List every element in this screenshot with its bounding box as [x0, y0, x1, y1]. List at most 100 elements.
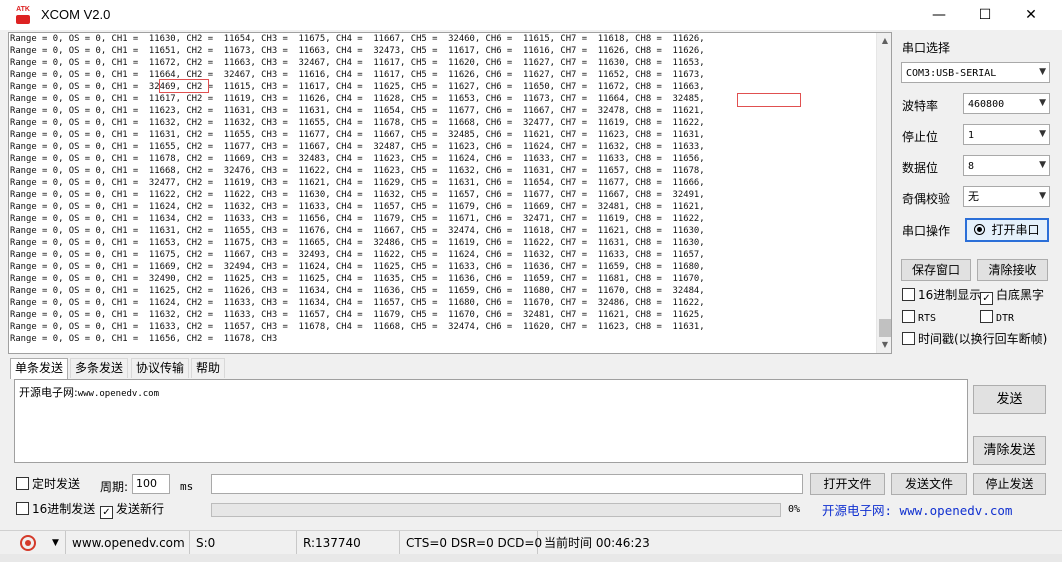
white-bg-label: 白底黑字 — [996, 288, 1045, 302]
baud-select[interactable]: 460800 ▼ — [963, 93, 1050, 114]
tab-single-send[interactable]: 单条发送 — [10, 358, 69, 379]
minimize-button[interactable]: — — [916, 0, 962, 30]
stop-send-button[interactable]: 停止发送 — [973, 473, 1046, 495]
progress-text: 0% — [788, 504, 801, 515]
period-unit: ms — [180, 480, 194, 493]
stop-bits-label: 停止位 — [902, 130, 939, 144]
send-progress-bar — [211, 503, 781, 517]
chevron-down-icon: ▼ — [1039, 98, 1046, 108]
hex-display-label: 16进制显示 — [918, 288, 982, 302]
receive-line: Range = 0, OS = 0, CH1 = 11624, CH2 = 11… — [10, 202, 705, 212]
receive-line: Range = 0, OS = 0, CH1 = 11625, CH2 = 11… — [10, 286, 705, 296]
receive-line: Range = 0, OS = 0, CH1 = 11631, CH2 = 11… — [10, 226, 705, 236]
period-input[interactable]: 100 — [132, 474, 170, 494]
receive-textarea[interactable]: Range = 0, OS = 0, CH1 = 11630, CH2 = 11… — [8, 32, 892, 354]
scroll-up-icon[interactable]: ▲ — [877, 33, 891, 49]
hex-send-label: 16进制发送 — [32, 502, 96, 516]
app-icon-shape — [16, 15, 30, 24]
port-operation-label: 串口操作 — [902, 224, 951, 238]
hex-display-checkbox[interactable]: 16进制显示 — [902, 288, 981, 302]
port-select[interactable]: COM3:USB-SERIAL ▼ — [901, 62, 1050, 83]
data-bits-value: 8 — [968, 161, 975, 172]
open-file-button[interactable]: 打开文件 — [810, 473, 885, 495]
port-select-label: 串口选择 — [902, 41, 951, 55]
checkbox-icon — [902, 310, 915, 323]
send-text-url: www.openedv.com — [77, 389, 159, 399]
chevron-down-icon: ▼ — [1039, 191, 1046, 201]
white-bg-checkbox[interactable]: ✓ 白底黑字 — [980, 288, 1044, 305]
send-newline-checkbox[interactable]: ✓ 发送新行 — [100, 502, 164, 519]
website-label: 开源电子网: www.openedv.com — [822, 503, 1013, 518]
dtr-label: DTR — [996, 313, 1015, 324]
rts-checkbox[interactable]: RTS — [902, 310, 936, 326]
receive-line: Range = 0, OS = 0, CH1 = 11669, CH2 = 32… — [10, 262, 705, 272]
receive-line: Range = 0, OS = 0, CH1 = 11672, CH2 = 11… — [10, 58, 705, 68]
open-port-label: 打开串口 — [991, 223, 1040, 237]
receive-line: Range = 0, OS = 0, CH1 = 11668, CH2 = 32… — [10, 166, 705, 176]
tab-protocol[interactable]: 协议传输 — [131, 358, 190, 378]
chevron-down-icon: ▼ — [1039, 67, 1046, 77]
receive-line: Range = 0, OS = 0, CH1 = 11664, CH2 = 32… — [10, 70, 705, 80]
checkbox-icon — [902, 288, 915, 301]
chevron-down-icon: ▼ — [1039, 129, 1046, 139]
tab-help[interactable]: 帮助 — [191, 358, 226, 378]
rts-label: RTS — [918, 313, 937, 324]
receive-line: Range = 0, OS = 0, CH1 = 11630, CH2 = 11… — [10, 34, 705, 44]
data-bits-label: 数据位 — [902, 161, 939, 175]
timed-send-label: 定时发送 — [32, 477, 81, 491]
timestamp-label: 时间戳(以换行回车断帧) — [918, 332, 1048, 346]
parity-select[interactable]: 无 ▼ — [963, 186, 1050, 207]
dtr-checkbox[interactable]: DTR — [980, 310, 1014, 326]
receive-line: Range = 0, OS = 0, CH1 = 11633, CH2 = 11… — [10, 322, 705, 332]
receive-line: Range = 0, OS = 0, CH1 = 32469, CH2 = 11… — [10, 82, 705, 92]
parity-label: 奇偶校验 — [902, 192, 951, 206]
xcom-window: ATK XCOM V2.0 — ☐ ✕ Range = 0, OS = 0, C… — [0, 0, 1062, 562]
scroll-thumb[interactable] — [879, 319, 891, 337]
receive-line: Range = 0, OS = 0, CH1 = 32477, CH2 = 11… — [10, 178, 705, 188]
caret-down-icon[interactable]: ▼ — [52, 531, 59, 555]
data-bits-select[interactable]: 8 ▼ — [963, 155, 1050, 176]
send-button[interactable]: 发送 — [973, 385, 1046, 414]
send-text: 开源电子网:www.openedv.com — [19, 384, 159, 400]
app-icon: ATK — [13, 6, 33, 24]
stop-bits-select[interactable]: 1 ▼ — [963, 124, 1050, 145]
receive-line: Range = 0, OS = 0, CH1 = 11655, CH2 = 11… — [10, 142, 705, 152]
close-button[interactable]: ✕ — [1008, 0, 1054, 30]
checkmark-icon: ✓ — [980, 292, 993, 305]
receive-scrollbar[interactable]: ▲ ▼ — [876, 33, 891, 353]
send-text-cn: 开源电子网: — [19, 386, 78, 399]
save-window-button[interactable]: 保存窗口 — [901, 259, 971, 281]
record-icon[interactable] — [20, 535, 36, 551]
receive-line: Range = 0, OS = 0, CH1 = 11651, CH2 = 11… — [10, 46, 705, 56]
tab-multi-send[interactable]: 多条发送 — [70, 358, 129, 378]
clear-send-button[interactable]: 清除发送 — [973, 436, 1046, 465]
status-site: www.openedv.com — [66, 531, 190, 555]
scroll-down-icon[interactable]: ▼ — [877, 337, 891, 353]
hex-send-checkbox[interactable]: 16进制发送 — [16, 502, 95, 516]
highlight-box-ch1 — [159, 79, 209, 93]
send-textarea[interactable]: 开源电子网:www.openedv.com — [14, 379, 968, 463]
bottom-strip — [0, 554, 1062, 562]
open-port-button[interactable]: 打开串口 — [965, 218, 1049, 242]
receive-line: Range = 0, OS = 0, CH1 = 11634, CH2 = 11… — [10, 214, 705, 224]
timed-send-checkbox[interactable]: 定时发送 — [16, 477, 80, 491]
receive-line: Range = 0, OS = 0, CH1 = 11656, CH2 = 11… — [10, 334, 278, 344]
file-path-input[interactable] — [211, 474, 803, 494]
timestamp-checkbox[interactable]: 时间戳(以换行回车断帧) — [902, 332, 1047, 346]
receive-line: Range = 0, OS = 0, CH1 = 11632, CH2 = 11… — [10, 118, 705, 128]
receive-line: Range = 0, OS = 0, CH1 = 11675, CH2 = 11… — [10, 250, 705, 260]
checkmark-icon: ✓ — [100, 506, 113, 519]
receive-line: Range = 0, OS = 0, CH1 = 11632, CH2 = 11… — [10, 310, 705, 320]
status-bar: ▼ www.openedv.com S:0 R:137740 CTS=0 DSR… — [0, 530, 1062, 555]
send-file-button[interactable]: 发送文件 — [891, 473, 967, 495]
app-icon-text: ATK — [16, 6, 30, 13]
checkbox-icon — [16, 477, 29, 490]
clear-receive-button[interactable]: 清除接收 — [977, 259, 1048, 281]
status-icon-cell[interactable]: ▼ — [0, 531, 66, 555]
receive-line: Range = 0, OS = 0, CH1 = 11631, CH2 = 11… — [10, 130, 705, 140]
chevron-down-icon: ▼ — [1039, 160, 1046, 170]
maximize-button[interactable]: ☐ — [962, 0, 1008, 30]
receive-line: Range = 0, OS = 0, CH1 = 11678, CH2 = 11… — [10, 154, 705, 164]
highlight-box-ch8 — [737, 93, 801, 107]
receive-line: Range = 0, OS = 0, CH1 = 11622, CH2 = 11… — [10, 190, 705, 200]
